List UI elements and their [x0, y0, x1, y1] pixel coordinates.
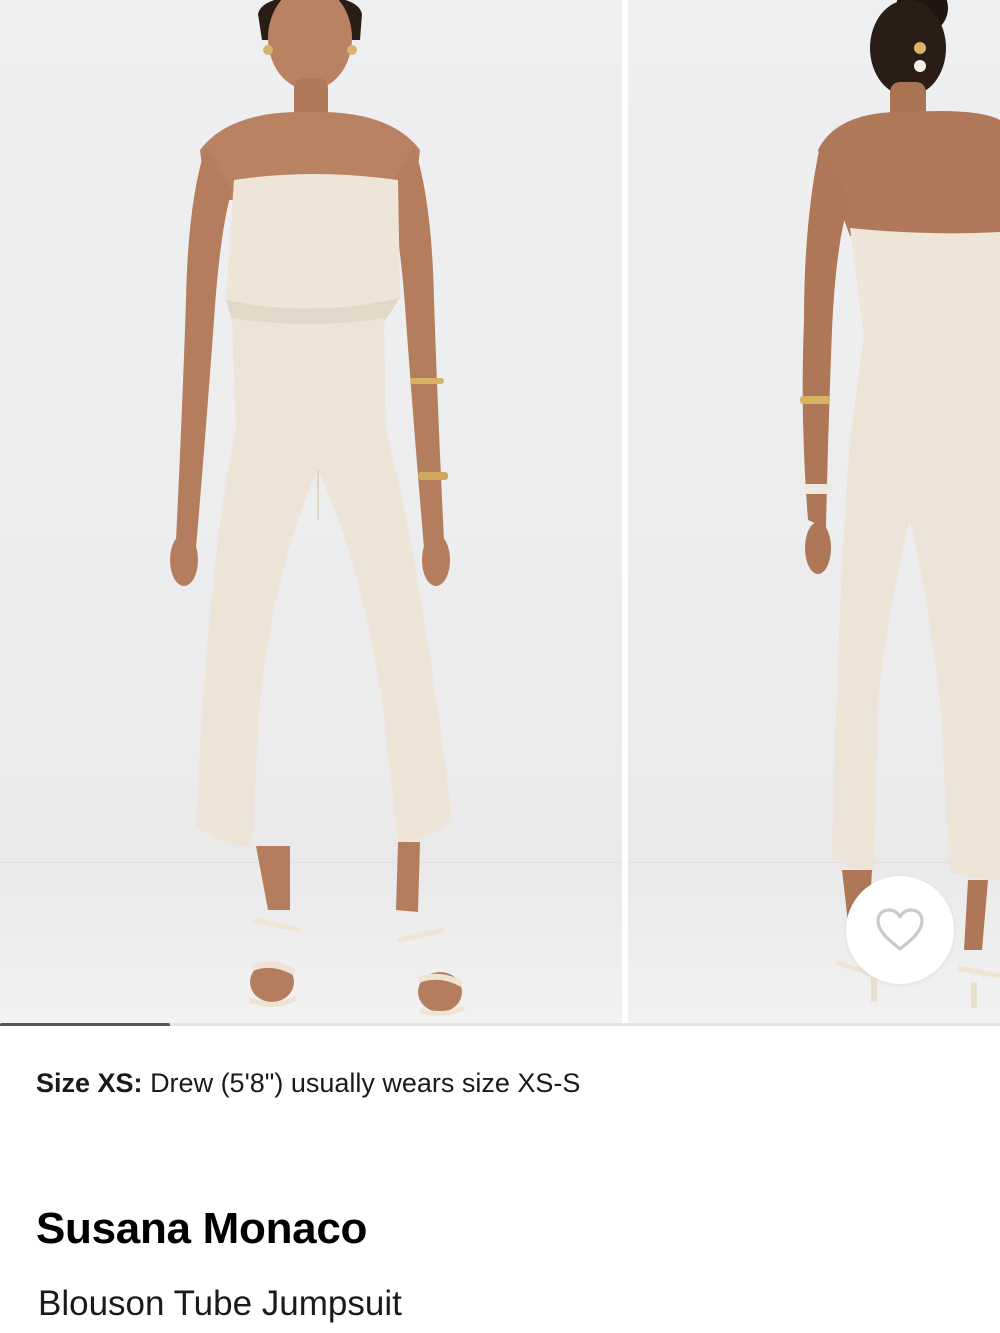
- model-front-illustration: [170, 0, 465, 1016]
- product-brand[interactable]: Susana Monaco: [36, 1204, 367, 1254]
- size-description: Drew (5'8") usually wears size XS-S: [150, 1068, 581, 1098]
- size-fit-note: Size XS: Drew (5'8") usually wears size …: [36, 1068, 580, 1099]
- model-back-illustration: [800, 0, 1000, 1008]
- product-image-back[interactable]: [628, 0, 1000, 1026]
- gallery-scroll-thumb[interactable]: [0, 1023, 170, 1026]
- gallery-scroll-indicator[interactable]: [0, 1023, 1000, 1026]
- heart-outline-icon: [876, 908, 924, 951]
- add-to-wishlist-button[interactable]: [846, 876, 954, 984]
- product-image-gallery[interactable]: [0, 0, 1000, 1026]
- product-page: Size XS: Drew (5'8") usually wears size …: [0, 0, 1000, 1333]
- product-image-front[interactable]: [0, 0, 622, 1026]
- product-name: Blouson Tube Jumpsuit: [38, 1284, 402, 1323]
- size-label: Size XS:: [36, 1068, 143, 1098]
